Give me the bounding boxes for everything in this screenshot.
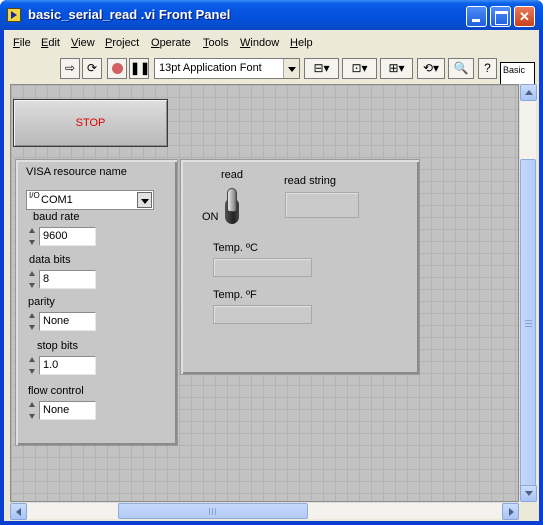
parity-field[interactable]: None (39, 312, 96, 331)
parity-label: parity (28, 296, 55, 308)
parity-stepper[interactable] (28, 312, 37, 331)
visa-io-icon: I/O (29, 191, 40, 200)
labview-window: basic_serial_read .vi Front Panel ✕ File… (0, 0, 543, 525)
horizontal-scrollbar[interactable] (10, 502, 519, 520)
vertical-scrollbar[interactable] (519, 84, 537, 502)
data-bits-stepper[interactable] (28, 270, 37, 289)
stop-bits-field[interactable]: 1.0 (39, 356, 96, 375)
readout-cluster: read ON read string Temp. ºC Temp. ºF (180, 159, 420, 375)
maximize-button[interactable] (490, 6, 511, 27)
run-continuously-icon[interactable]: ⟳ (82, 58, 102, 79)
vertical-scroll-thumb[interactable] (520, 159, 536, 489)
minimize-button[interactable] (466, 6, 487, 27)
baud-rate-stepper[interactable] (28, 227, 37, 246)
scroll-right-icon[interactable] (502, 503, 519, 520)
toggle-lever (227, 188, 237, 212)
flow-control-field[interactable]: None (39, 401, 96, 420)
read-string-label: read string (284, 175, 336, 187)
reorder-icon[interactable]: ⟲▾ (417, 58, 445, 79)
visa-resource-value: COM1 (41, 194, 73, 206)
read-toggle-switch[interactable] (225, 188, 239, 226)
abort-execution-icon[interactable] (107, 58, 127, 79)
palette-label: Basic (503, 65, 526, 75)
menu-view[interactable]: View (71, 37, 95, 49)
menu-tools[interactable]: Tools (203, 37, 229, 49)
scroll-down-icon[interactable] (520, 485, 537, 502)
stop-button[interactable]: STOP (13, 99, 168, 147)
menu-project[interactable]: Project (105, 37, 139, 49)
stop-bits-label: stop bits (37, 340, 78, 352)
baud-rate-field[interactable]: 9600 (39, 227, 96, 246)
distribute-objects-icon[interactable]: ⊡▾ (342, 58, 377, 79)
chevron-down-icon (283, 59, 299, 78)
vi-icon (7, 8, 21, 22)
menu-window[interactable]: Window (240, 37, 279, 49)
window-client: File Edit View Project Operate Tools Win… (4, 30, 539, 521)
menu-help[interactable]: Help (290, 37, 313, 49)
stop-bits-stepper[interactable] (28, 356, 37, 375)
temp-f-label: Temp. ºF (213, 289, 257, 301)
temp-c-label: Temp. ºC (213, 242, 258, 254)
help-icon[interactable]: ? (478, 58, 497, 79)
search-icon[interactable]: 🔍 (448, 58, 474, 79)
font-select-value: 13pt Application Font (159, 62, 262, 74)
scroll-up-icon[interactable] (520, 84, 537, 101)
horizontal-scroll-thumb[interactable] (118, 503, 308, 519)
data-bits-label: data bits (29, 254, 71, 266)
font-select[interactable]: 13pt Application Font (154, 58, 300, 79)
menu-edit[interactable]: Edit (41, 37, 60, 49)
temp-c-indicator (213, 258, 312, 277)
pause-icon[interactable]: ❚❚ (129, 58, 150, 79)
menu-operate[interactable]: Operate (151, 37, 191, 49)
chevron-down-icon[interactable] (137, 192, 152, 208)
run-arrow-icon[interactable]: ⇨ (60, 58, 80, 79)
visa-resource-label: VISA resource name (26, 166, 127, 178)
baud-rate-label: baud rate (33, 211, 80, 223)
front-panel[interactable]: STOP VISA resource name I/O COM1 baud ra… (10, 84, 519, 502)
serial-settings-cluster: VISA resource name I/O COM1 baud rate 96… (15, 159, 178, 446)
temp-f-indicator (213, 305, 312, 324)
data-bits-field[interactable]: 8 (39, 270, 96, 289)
title-bar[interactable]: basic_serial_read .vi Front Panel ✕ (0, 0, 543, 30)
resize-objects-icon[interactable]: ⊞▾ (380, 58, 413, 79)
flow-control-stepper[interactable] (28, 401, 37, 420)
visa-resource-select[interactable]: I/O COM1 (26, 190, 154, 210)
menu-file[interactable]: File (13, 37, 31, 49)
read-switch-label: read (221, 169, 244, 181)
read-string-indicator (285, 192, 359, 218)
toolbar: ⇨ ⟳ ❚❚ 13pt Application Font ⊟▾ ⊡▾ ⊞▾ ⟲▾… (4, 55, 535, 102)
close-button[interactable]: ✕ (514, 6, 535, 27)
read-switch-on-label: ON (202, 211, 219, 223)
window-title: basic_serial_read .vi Front Panel (28, 7, 231, 22)
scroll-left-icon[interactable] (10, 503, 27, 520)
flow-control-label: flow control (28, 385, 84, 397)
align-objects-icon[interactable]: ⊟▾ (304, 58, 339, 79)
